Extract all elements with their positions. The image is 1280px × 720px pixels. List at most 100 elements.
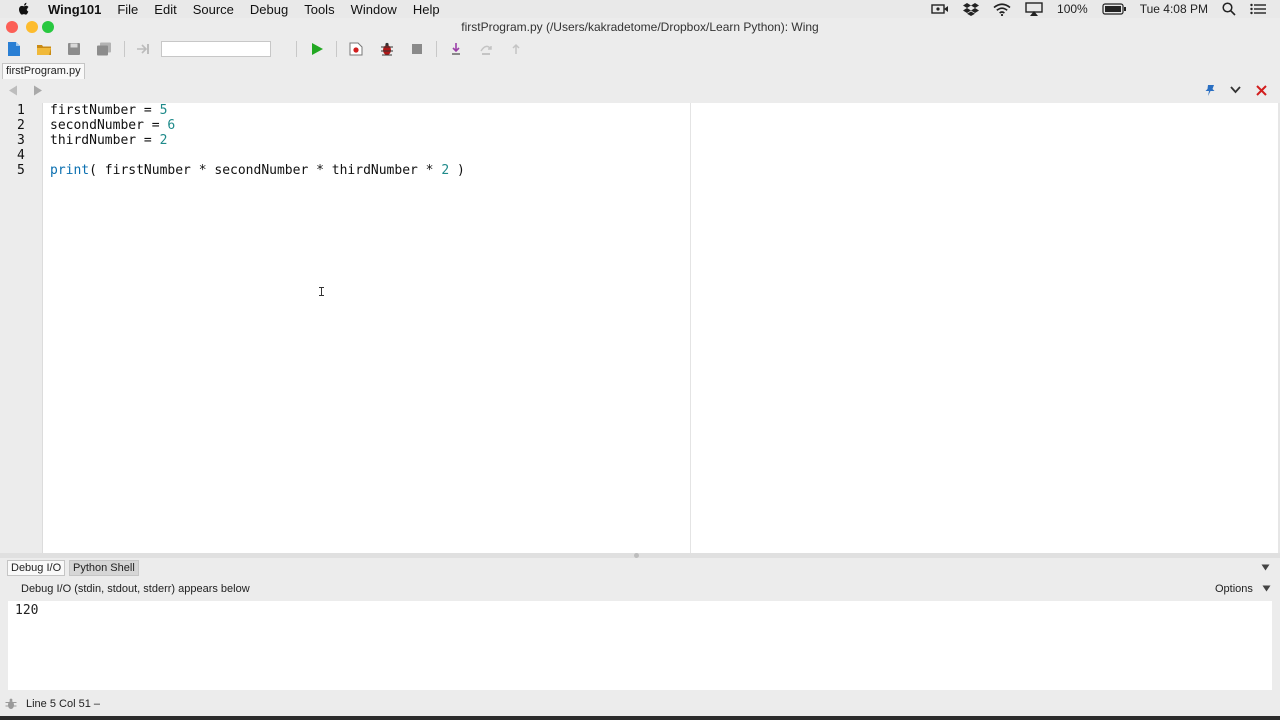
open-file-button[interactable] — [35, 40, 53, 58]
spotlight-search-icon[interactable] — [1222, 2, 1236, 16]
run-button[interactable] — [308, 40, 326, 58]
debug-button[interactable] — [378, 40, 396, 58]
window-title-bar: firstProgram.py (/Users/kakradetome/Drop… — [0, 18, 1280, 36]
menu-window[interactable]: Window — [351, 2, 397, 17]
builtin-function: print — [50, 163, 90, 178]
line-number: 3 — [17, 133, 25, 148]
code-line[interactable]: firstNumber = 5 — [50, 103, 167, 118]
save-all-icon — [97, 42, 111, 56]
step-over-button[interactable] — [477, 40, 495, 58]
text-cursor-icon — [319, 287, 324, 296]
operator: = — [136, 103, 160, 118]
number-literal: 6 — [167, 118, 176, 133]
stop-icon — [412, 44, 422, 54]
toolbar — [0, 36, 1280, 90]
editor-tab-bar: firstProgram.py — [0, 62, 1280, 80]
debug-bug-icon — [381, 42, 393, 56]
debug-io-description: Debug I/O (stdin, stdout, stderr) appear… — [21, 583, 250, 595]
tab-first-program[interactable]: firstProgram.py — [2, 63, 85, 79]
save-all-button[interactable] — [95, 40, 113, 58]
step-into-button[interactable] — [447, 40, 465, 58]
toolbar-separator — [124, 41, 125, 57]
toolbar-separator — [296, 41, 297, 57]
debug-io-output[interactable]: 120 — [8, 601, 1272, 690]
wifi-icon[interactable] — [993, 2, 1011, 16]
code-editor[interactable]: 1 2 3 4 5 firstNumber = 5 secondNumber =… — [0, 103, 1280, 553]
identifier: firstNumber — [50, 103, 137, 118]
breakpoint-icon — [349, 42, 363, 56]
line-number: 4 — [17, 148, 25, 163]
step-over-icon — [480, 45, 492, 55]
toolbar-search-input[interactable] — [161, 41, 271, 57]
apple-menu-icon[interactable] — [17, 2, 31, 16]
menu-help[interactable]: Help — [413, 2, 440, 17]
stop-button[interactable] — [408, 40, 426, 58]
new-file-icon — [8, 42, 20, 56]
run-play-icon — [311, 43, 323, 55]
debug-io-header: Debug I/O (stdin, stdout, stderr) appear… — [0, 578, 1280, 600]
options-menu-button[interactable]: Options — [1215, 583, 1253, 595]
back-arrow-icon[interactable] — [8, 85, 18, 96]
menu-debug[interactable]: Debug — [250, 2, 288, 17]
forward-arrow-icon[interactable] — [33, 85, 43, 96]
options-dropdown-icon[interactable] — [1262, 585, 1271, 592]
goto-definition-icon — [137, 44, 149, 54]
app-menu[interactable]: Wing101 — [48, 2, 101, 17]
code-line[interactable]: secondNumber = 6 — [50, 118, 175, 133]
line-number-gutter: 1 2 3 4 5 — [0, 103, 43, 553]
notification-center-icon[interactable] — [1250, 3, 1266, 15]
chevron-down-icon[interactable] — [1230, 86, 1241, 94]
identifier: thirdNumber — [50, 133, 137, 148]
number-literal: 5 — [159, 103, 168, 118]
battery-percent: 100% — [1057, 2, 1088, 16]
number-literal: 2 — [441, 163, 450, 178]
save-icon — [68, 43, 80, 55]
step-into-icon — [452, 43, 460, 55]
menubar-status-area: 100% Tue 4:08 PM — [931, 0, 1280, 18]
code-line[interactable]: thirdNumber = 2 — [50, 133, 167, 148]
toolbar-separator — [436, 41, 437, 57]
menubar-clock[interactable]: Tue 4:08 PM — [1140, 2, 1208, 16]
right-margin-guide — [690, 103, 691, 553]
close-file-icon[interactable] — [1256, 85, 1267, 96]
identifier: secondNumber — [50, 118, 144, 133]
battery-icon[interactable] — [1102, 3, 1126, 15]
window-bottom-edge — [0, 716, 1280, 720]
goto-definition-button[interactable] — [134, 40, 152, 58]
tab-debug-io[interactable]: Debug I/O — [7, 560, 66, 576]
status-bar: Line 5 Col 51 – — [0, 692, 1280, 716]
line-number: 5 — [17, 163, 25, 178]
menu-edit[interactable]: Edit — [154, 2, 176, 17]
expression: ( firstNumber * secondNumber * thirdNumb… — [89, 163, 442, 178]
menu-tools[interactable]: Tools — [304, 2, 334, 17]
line-number: 2 — [17, 118, 25, 133]
number-literal: 2 — [159, 133, 168, 148]
screen-recording-icon[interactable] — [931, 3, 949, 15]
step-out-icon — [512, 43, 520, 54]
operator: = — [143, 118, 168, 133]
code-line[interactable]: print( firstNumber * secondNumber * thir… — [50, 163, 465, 178]
breakpoint-button[interactable] — [347, 40, 365, 58]
closing-paren: ) — [449, 163, 465, 178]
status-bug-icon[interactable] — [5, 698, 17, 710]
toolbar-separator — [336, 41, 337, 57]
editor-nav-row — [0, 80, 1280, 102]
airplay-icon[interactable] — [1025, 2, 1043, 16]
window-title: firstProgram.py (/Users/kakradetome/Drop… — [461, 20, 819, 34]
new-file-button[interactable] — [5, 40, 23, 58]
menu-file[interactable]: File — [117, 2, 138, 17]
save-button[interactable] — [65, 40, 83, 58]
menu-bar: Wing101 File Edit Source Debug Tools Win… — [0, 0, 1280, 18]
menu-source[interactable]: Source — [193, 2, 234, 17]
cursor-position: Line 5 Col 51 – — [26, 698, 100, 710]
pin-icon[interactable] — [1204, 84, 1216, 97]
bottom-panel-tabs: Debug I/O Python Shell — [0, 558, 1280, 578]
open-folder-icon — [37, 45, 51, 55]
dropbox-icon[interactable] — [963, 2, 980, 16]
program-output: 120 — [15, 603, 39, 618]
operator: = — [136, 133, 160, 148]
panel-menu-down-icon[interactable] — [1261, 564, 1270, 571]
tab-python-shell[interactable]: Python Shell — [69, 560, 139, 576]
line-number: 1 — [17, 103, 25, 118]
step-out-button[interactable] — [507, 40, 525, 58]
